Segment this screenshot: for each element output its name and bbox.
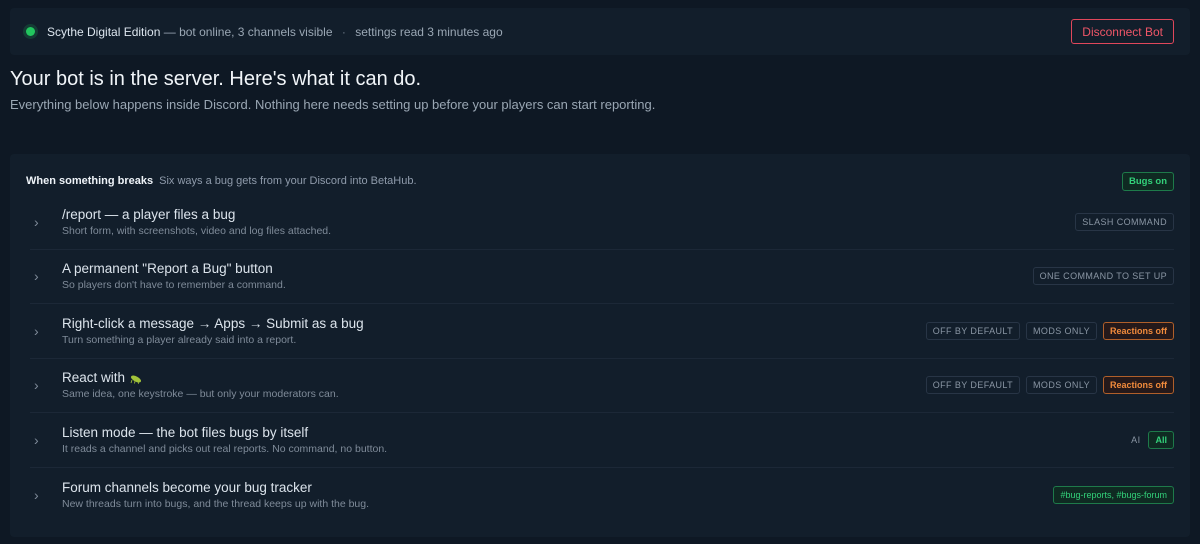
- feature-title: React with: [62, 370, 339, 385]
- off-by-default-tag: OFF BY DEFAULT: [925, 321, 1021, 340]
- mods-only-tag: MODS ONLY: [1026, 376, 1097, 395]
- bug-capture-panel: When something breaks Six ways a bug get…: [10, 154, 1190, 537]
- feature-row-text: Right-click a message → Apps → Submit as…: [62, 316, 364, 346]
- feature-title-text: React with: [62, 370, 126, 386]
- feature-title: /report — a player files a bug: [62, 206, 236, 222]
- feature-subtitle: Turn something a player already said int…: [62, 333, 297, 346]
- slash-command-tag: SLASH COMMAND: [1075, 212, 1174, 231]
- feature-badges: SLASH COMMAND: [1075, 212, 1174, 231]
- chevron-right-icon[interactable]: ›: [30, 268, 52, 284]
- off-by-default-tag: OFF BY DEFAULT: [925, 376, 1021, 395]
- bugs-on-badge: Bugs on: [1122, 171, 1174, 191]
- feature-badges: AI All: [1129, 430, 1174, 449]
- feature-row-listen-mode[interactable]: › Listen mode — the bot files bugs by it…: [30, 413, 1174, 468]
- feature-subtitle: It reads a channel and picks out real re…: [62, 442, 388, 455]
- chevron-right-icon[interactable]: ›: [30, 377, 52, 393]
- feature-title: A permanent "Report a Bug" button: [62, 261, 273, 277]
- panel-title: When something breaks: [26, 175, 154, 187]
- bug-emoji-icon: [130, 375, 141, 384]
- all-badge: All: [1148, 430, 1174, 449]
- settings-read-time: settings read 3 minutes ago: [355, 24, 503, 39]
- server-name: Scythe Digital Edition: [47, 24, 161, 39]
- page-title: Your bot is in the server. Here's what i…: [10, 68, 422, 90]
- feature-subtitle: New threads turn into bugs, and the thre…: [62, 497, 370, 510]
- feature-row-text: /report — a player files a bug Short for…: [62, 207, 331, 237]
- feature-subtitle: Same idea, one keystroke — but only your…: [62, 388, 339, 401]
- feature-row-forum-channels[interactable]: › Forum channels become your bug tracker…: [30, 468, 1174, 523]
- bot-status-text: Scythe Digital Edition — bot online, 3 c…: [47, 25, 503, 39]
- panel-header: When something breaks Six ways a bug get…: [26, 171, 1174, 191]
- feature-row-text: A permanent "Report a Bug" button So pla…: [62, 261, 286, 291]
- ai-tag: AI: [1131, 434, 1141, 445]
- feature-row-text: Forum channels become your bug tracker N…: [62, 480, 369, 510]
- chevron-right-icon[interactable]: ›: [30, 214, 52, 230]
- feature-row-text: React with Same idea, one keystroke — bu…: [62, 370, 339, 400]
- feature-row-report-command[interactable]: › /report — a player files a bug Short f…: [30, 195, 1174, 250]
- setup-tag: ONE COMMAND TO SET UP: [1032, 267, 1174, 286]
- mods-only-tag: MODS ONLY: [1026, 321, 1097, 340]
- feature-list: › /report — a player files a bug Short f…: [30, 195, 1174, 522]
- panel-description: Six ways a bug gets from your Discord in…: [159, 175, 417, 187]
- chevron-right-icon[interactable]: ›: [30, 432, 52, 448]
- feature-row-text: Listen mode — the bot files bugs by itse…: [62, 425, 387, 455]
- feature-badges: ONE COMMAND TO SET UP: [1032, 267, 1174, 286]
- page-subtitle: Everything below happens inside Discord.…: [10, 97, 656, 112]
- chevron-right-icon[interactable]: ›: [30, 323, 52, 339]
- feature-title: Right-click a message → Apps → Submit as…: [62, 315, 364, 331]
- feature-row-reaction[interactable]: › React with Same idea, one keystroke — …: [30, 359, 1174, 413]
- online-status-icon: [26, 27, 35, 36]
- feature-subtitle: So players don't have to remember a comm…: [62, 279, 286, 292]
- feature-badges: OFF BY DEFAULT MODS ONLY Reactions off: [925, 376, 1174, 395]
- feature-row-report-button[interactable]: › A permanent "Report a Bug" button So p…: [30, 250, 1174, 304]
- bot-status-bar: Scythe Digital Edition — bot online, 3 c…: [10, 8, 1190, 55]
- feature-title: Forum channels become your bug tracker: [62, 479, 312, 495]
- bot-state: — bot online, 3 channels visible: [163, 24, 333, 39]
- reactions-off-badge: Reactions off: [1102, 376, 1174, 395]
- chevron-right-icon[interactable]: ›: [30, 487, 52, 503]
- feature-subtitle: Short form, with screenshots, video and …: [62, 224, 332, 237]
- feature-badges: OFF BY DEFAULT MODS ONLY Reactions off: [925, 321, 1174, 340]
- status-separator: ·: [341, 24, 346, 39]
- disconnect-bot-button[interactable]: Disconnect Bot: [1071, 19, 1174, 44]
- feature-title: Listen mode — the bot files bugs by itse…: [62, 424, 309, 440]
- feature-row-context-menu[interactable]: › Right-click a message → Apps → Submit …: [30, 304, 1174, 359]
- forum-channels-badge: #bug-reports, #bugs-forum: [1053, 485, 1174, 504]
- feature-badges: #bug-reports, #bugs-forum: [1053, 485, 1174, 504]
- reactions-off-badge: Reactions off: [1102, 321, 1174, 340]
